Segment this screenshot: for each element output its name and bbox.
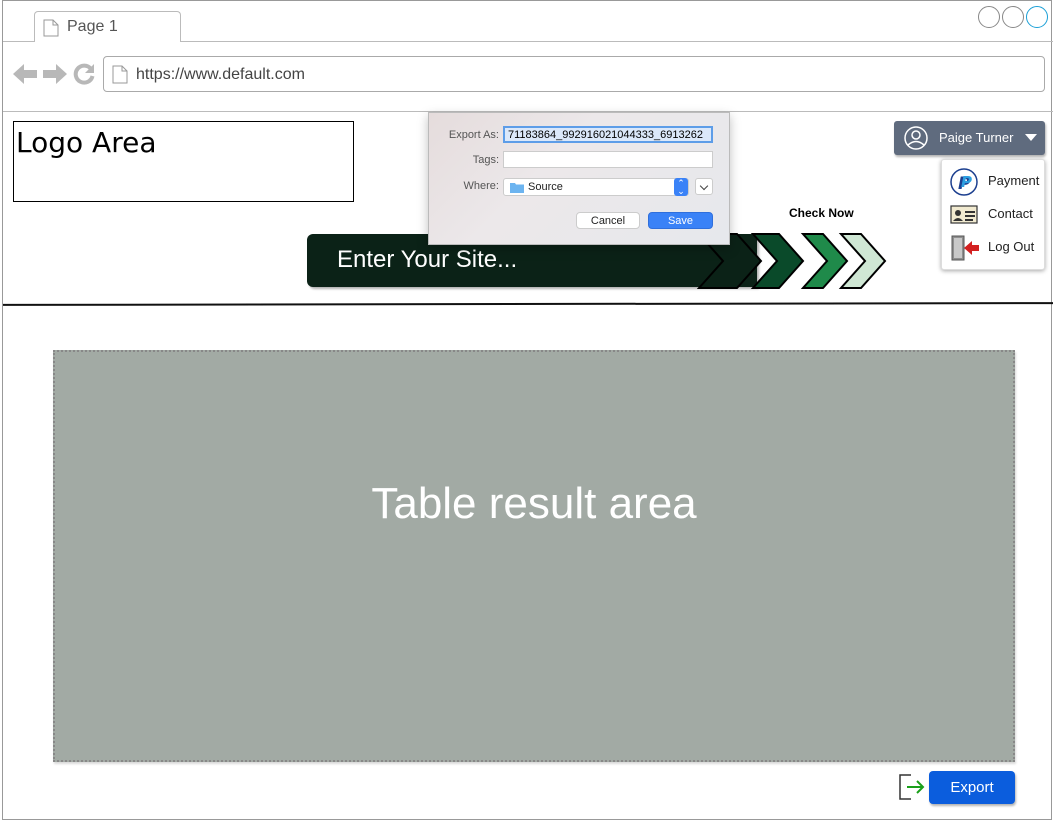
export-as-label: Export As: xyxy=(448,129,499,141)
where-select[interactable]: Source ⌃ ⌄ xyxy=(503,178,689,196)
user-menu: PP Payment Contact Log Out xyxy=(941,159,1045,270)
page-icon xyxy=(112,65,128,89)
user-name: Paige Turner xyxy=(939,130,1014,145)
menu-item-contact[interactable]: Contact xyxy=(942,199,1046,229)
maximize-button[interactable] xyxy=(1002,6,1024,28)
export-icon[interactable] xyxy=(898,774,926,805)
paypal-icon: PP xyxy=(950,168,978,201)
menu-item-label: Payment xyxy=(988,173,1040,188)
address-bar[interactable]: https://www.default.com xyxy=(103,56,1045,92)
logo-area: Logo Area xyxy=(13,121,354,202)
nav-controls xyxy=(13,63,95,90)
svg-text:P: P xyxy=(961,173,972,191)
chevron-down-icon xyxy=(699,181,709,191)
table-placeholder-text: Table result area xyxy=(371,479,697,528)
chevron-down-icon xyxy=(1025,134,1037,141)
user-dropdown-button[interactable]: Paige Turner xyxy=(894,121,1045,155)
select-stepper-icon: ⌃ ⌄ xyxy=(674,178,688,196)
export-button[interactable]: Export xyxy=(929,771,1015,804)
back-arrow-icon[interactable] xyxy=(13,63,37,90)
menu-item-label: Contact xyxy=(988,206,1033,221)
browser-tab[interactable]: Page 1 xyxy=(34,11,181,42)
minimize-button[interactable] xyxy=(978,6,1000,28)
menu-item-payment[interactable]: PP Payment xyxy=(942,166,1046,196)
header-divider xyxy=(2,302,1053,306)
where-value: Source xyxy=(528,181,563,193)
logo-text: Logo Area xyxy=(16,126,157,159)
url-text: https://www.default.com xyxy=(136,66,305,83)
site-input[interactable] xyxy=(337,243,717,277)
tags-field[interactable] xyxy=(503,151,713,168)
folder-icon xyxy=(510,182,524,196)
expand-dialog-button[interactable] xyxy=(695,178,713,195)
menu-item-label: Log Out xyxy=(988,239,1035,254)
export-as-field[interactable]: 71183864_992916021044333_6913262 xyxy=(503,126,713,143)
cancel-button[interactable]: Cancel xyxy=(576,212,640,229)
forward-arrow-icon[interactable] xyxy=(43,63,67,90)
browser-window: Page 1 https://www.default.com Logo Area xyxy=(2,0,1053,820)
save-button[interactable]: Save xyxy=(648,212,713,229)
refresh-icon[interactable] xyxy=(73,63,95,90)
save-dialog: Export As: 71183864_992916021044333_6913… xyxy=(428,112,730,245)
tab-label: Page 1 xyxy=(67,18,118,35)
menu-item-logout[interactable]: Log Out xyxy=(942,232,1046,262)
window-controls xyxy=(978,6,1048,28)
user-avatar-icon xyxy=(904,126,928,155)
contact-card-icon xyxy=(950,201,978,232)
where-label: Where: xyxy=(463,180,499,192)
tags-label: Tags: xyxy=(472,154,499,166)
close-button[interactable] xyxy=(1026,6,1048,28)
check-now-label: Check Now xyxy=(789,206,854,220)
table-result-area: Table result area xyxy=(53,350,1015,762)
document-icon xyxy=(43,19,59,42)
logout-door-icon xyxy=(950,234,980,267)
